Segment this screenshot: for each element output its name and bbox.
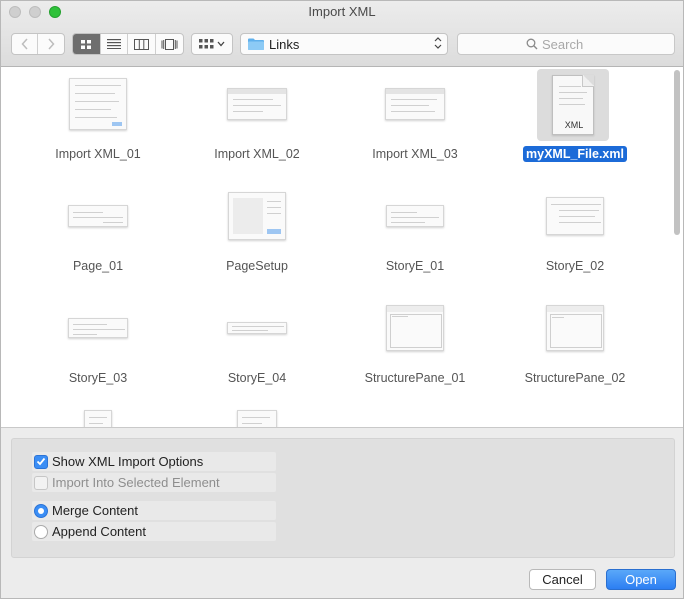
columns-icon bbox=[133, 38, 149, 50]
import-into-selected-element-label: Import Into Selected Element bbox=[52, 475, 220, 490]
file-name: StoryE_04 bbox=[227, 371, 287, 385]
file-thumbnail bbox=[385, 88, 445, 120]
view-mode-selector bbox=[72, 33, 184, 55]
file-item[interactable] bbox=[182, 405, 332, 427]
file-name: Page_01 bbox=[72, 259, 124, 273]
radio-selected-icon bbox=[34, 503, 48, 518]
file-item[interactable]: StoryE_01 bbox=[340, 181, 490, 281]
file-browser: Import XML_01 Import XML_02 Import XML_0… bbox=[1, 67, 683, 428]
file-name: StoryE_01 bbox=[385, 259, 445, 273]
merge-content-label: Merge Content bbox=[52, 503, 138, 518]
file-thumbnail bbox=[228, 192, 286, 240]
chevron-left-icon bbox=[20, 38, 28, 50]
file-name: myXML_File.xml bbox=[500, 146, 650, 162]
file-item-selected[interactable]: XML myXML_File.xml bbox=[500, 69, 650, 169]
file-thumbnail bbox=[68, 318, 128, 338]
icon-grid-icon bbox=[81, 39, 92, 49]
search-input[interactable] bbox=[542, 36, 662, 52]
search-icon bbox=[526, 38, 538, 50]
file-thumbnail bbox=[237, 410, 277, 427]
column-view-button[interactable] bbox=[128, 34, 156, 54]
file-name: PageSetup bbox=[226, 259, 288, 273]
location-label: Links bbox=[269, 37, 300, 52]
file-thumbnail bbox=[84, 410, 112, 427]
empty-checkbox-icon bbox=[34, 475, 48, 490]
search-field[interactable] bbox=[457, 33, 675, 55]
back-button[interactable] bbox=[12, 34, 38, 54]
file-item[interactable]: StoryE_03 bbox=[23, 293, 173, 393]
file-item[interactable] bbox=[23, 405, 173, 427]
file-name: StructurePane_01 bbox=[364, 371, 466, 385]
import-xml-dialog: Import XML Links Search Import XML_01 Im… bbox=[0, 0, 684, 599]
file-name: Import XML_03 bbox=[372, 147, 458, 161]
file-item[interactable]: StoryE_04 bbox=[182, 293, 332, 393]
file-thumbnail bbox=[69, 78, 127, 130]
list-view-button[interactable] bbox=[101, 34, 128, 54]
file-thumbnail bbox=[546, 197, 604, 235]
chevron-right-icon bbox=[48, 38, 55, 50]
show-xml-import-options-label: Show XML Import Options bbox=[52, 454, 204, 469]
navigation-buttons bbox=[11, 33, 65, 55]
file-thumbnail bbox=[227, 88, 287, 120]
scrollbar-thumb[interactable] bbox=[674, 70, 680, 235]
grid-arrange-icon bbox=[199, 39, 214, 49]
file-item[interactable]: StructurePane_02 bbox=[500, 293, 650, 393]
xml-import-options-panel: Show XML Import Options Import Into Sele… bbox=[11, 438, 675, 558]
file-thumbnail bbox=[546, 305, 604, 351]
arrange-menu-button[interactable] bbox=[191, 33, 233, 55]
checkmark-icon bbox=[34, 454, 48, 469]
file-item[interactable]: Import XML_02 bbox=[182, 69, 332, 169]
folder-icon bbox=[248, 38, 264, 50]
file-thumbnail bbox=[227, 322, 287, 334]
show-xml-import-options-checkbox[interactable]: Show XML Import Options bbox=[32, 452, 276, 471]
file-item[interactable]: StructurePane_01 bbox=[340, 293, 490, 393]
file-thumbnail bbox=[386, 205, 444, 227]
append-content-label: Append Content bbox=[52, 524, 146, 539]
file-item[interactable]: PageSetup bbox=[182, 181, 332, 281]
file-item[interactable]: Page_01 bbox=[23, 181, 173, 281]
merge-content-radio[interactable]: Merge Content bbox=[32, 501, 276, 520]
location-popup[interactable]: Links bbox=[240, 33, 448, 55]
file-item[interactable]: Import XML_03 bbox=[340, 69, 490, 169]
file-item[interactable]: StoryE_02 bbox=[500, 181, 650, 281]
vertical-scrollbar[interactable] bbox=[673, 70, 681, 425]
forward-button[interactable] bbox=[38, 34, 64, 54]
open-button[interactable]: Open bbox=[606, 569, 676, 590]
window-title: Import XML bbox=[308, 4, 376, 19]
toolbar: Import XML Links Search bbox=[1, 1, 683, 67]
icon-view-button[interactable] bbox=[73, 34, 101, 54]
chevron-down-icon bbox=[217, 41, 225, 47]
file-name: StructurePane_02 bbox=[524, 371, 626, 385]
file-item[interactable]: Import XML_01 bbox=[23, 69, 173, 169]
file-name: StoryE_03 bbox=[68, 371, 128, 385]
file-name: Import XML_02 bbox=[214, 147, 300, 161]
xml-file-icon: XML bbox=[552, 75, 594, 135]
import-into-selected-element-checkbox: Import Into Selected Element bbox=[32, 473, 276, 492]
xml-badge: XML bbox=[564, 120, 584, 130]
updown-arrows-icon bbox=[434, 36, 442, 51]
file-name: Import XML_01 bbox=[55, 147, 141, 161]
radio-unselected-icon bbox=[34, 524, 48, 539]
file-thumbnail bbox=[386, 305, 444, 351]
cancel-button[interactable]: Cancel bbox=[529, 569, 596, 590]
file-name: StoryE_02 bbox=[545, 259, 605, 273]
append-content-radio[interactable]: Append Content bbox=[32, 522, 276, 541]
cover-flow-view-button[interactable] bbox=[156, 34, 183, 54]
cover-flow-icon bbox=[161, 38, 178, 50]
list-icon bbox=[106, 39, 121, 49]
file-thumbnail bbox=[68, 205, 128, 227]
